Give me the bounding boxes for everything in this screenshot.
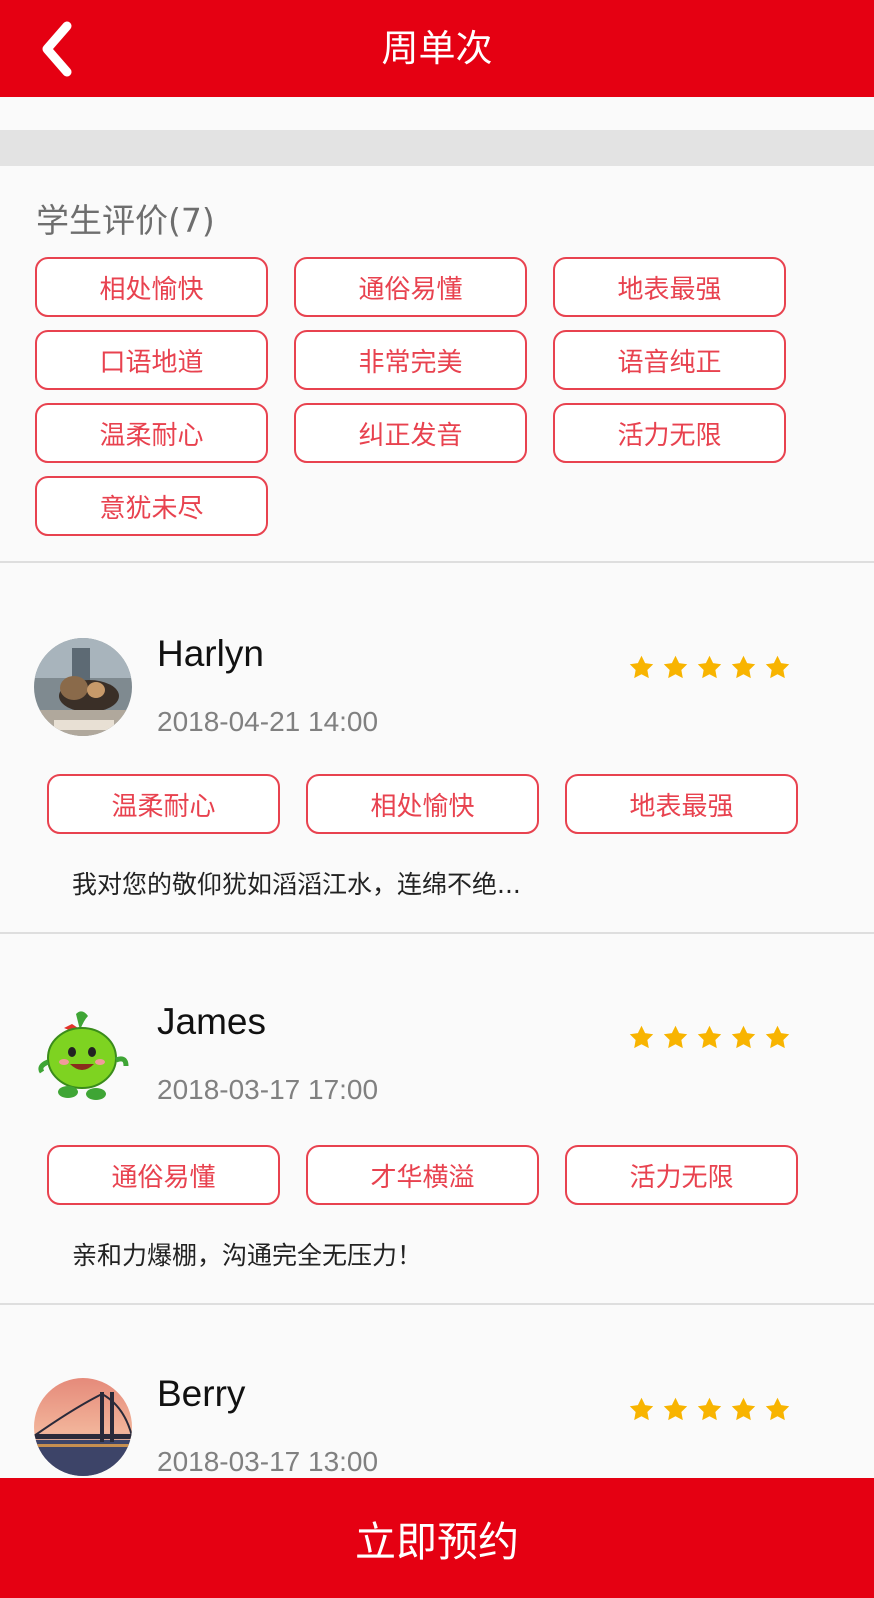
top-nav-bar: 周单次 <box>0 0 874 97</box>
review-tag: 温柔耐心 <box>47 774 280 834</box>
rating-tag[interactable]: 活力无限 <box>553 403 786 463</box>
star-icon <box>765 655 790 679</box>
star-rating <box>628 1024 791 1051</box>
star-icon <box>663 1397 688 1421</box>
review-date: 2018-03-17 17:00 <box>157 1074 379 1105</box>
star-icon <box>629 1397 654 1421</box>
rating-tag[interactable]: 口语地道 <box>35 330 268 390</box>
rating-tag[interactable]: 意犹未尽 <box>35 476 268 536</box>
section-separator <box>0 130 874 166</box>
star-rating <box>628 1396 791 1423</box>
star-icon <box>663 1025 688 1049</box>
avatar[interactable] <box>34 638 132 736</box>
page-title: 周单次 <box>381 27 493 70</box>
star-icon <box>765 1025 790 1049</box>
reviewer-name: Harlyn <box>157 633 264 674</box>
review-tag: 活力无限 <box>565 1145 798 1205</box>
book-now-button[interactable]: 立即预约 <box>0 1478 874 1598</box>
review-tag: 相处愉快 <box>306 774 539 834</box>
review-date: 2018-03-17 13:00 <box>157 1446 379 1477</box>
rating-tag[interactable]: 相处愉快 <box>35 257 268 317</box>
star-icon <box>697 655 722 679</box>
rating-tags-grid: 相处愉快 通俗易懂 地表最强 口语地道 非常完美 语音纯正 温柔耐心 纠正发音 … <box>35 257 835 536</box>
rating-tag[interactable]: 非常完美 <box>294 330 527 390</box>
review-date: 2018-04-21 14:00 <box>157 706 379 737</box>
star-icon <box>663 655 688 679</box>
avatar[interactable] <box>34 1006 132 1104</box>
review-item: Harlyn 2018-04-21 14:00 温柔耐心 相处愉快 地表最强 我… <box>0 563 874 899</box>
star-icon <box>765 1397 790 1421</box>
review-tags: 温柔耐心 相处愉快 地表最强 <box>47 774 798 834</box>
reviewer-name: Berry <box>157 1373 246 1414</box>
star-icon <box>629 1025 654 1049</box>
star-icon <box>697 1397 722 1421</box>
star-icon <box>629 655 654 679</box>
review-tag: 通俗易懂 <box>47 1145 280 1205</box>
review-item: James 2018-03-17 17:00 通俗易懂 才华横溢 活力无限 亲和… <box>0 934 874 1270</box>
review-tags: 通俗易懂 才华横溢 活力无限 <box>47 1145 798 1205</box>
rating-tag[interactable]: 地表最强 <box>553 257 786 317</box>
ratings-section-title: 学生评价(7) <box>36 201 215 240</box>
bottom-action-bar: 立即预约 <box>0 1478 874 1598</box>
review-comment: 我对您的敬仰犹如滔滔江水，连绵不绝... <box>72 870 521 899</box>
rating-tag[interactable]: 通俗易懂 <box>294 257 527 317</box>
reviewer-name: James <box>157 1001 266 1042</box>
star-icon <box>697 1025 722 1049</box>
avatar[interactable] <box>34 1378 132 1476</box>
review-tag: 才华横溢 <box>306 1145 539 1205</box>
rating-tag[interactable]: 语音纯正 <box>553 330 786 390</box>
star-icon <box>731 1397 756 1421</box>
review-tag: 地表最强 <box>565 774 798 834</box>
star-rating <box>628 654 791 681</box>
review-comment: 亲和力爆棚，沟通完全无压力！ <box>72 1241 423 1270</box>
star-icon <box>731 1025 756 1049</box>
rating-tag[interactable]: 温柔耐心 <box>35 403 268 463</box>
star-icon <box>731 655 756 679</box>
rating-tag[interactable]: 纠正发音 <box>294 403 527 463</box>
